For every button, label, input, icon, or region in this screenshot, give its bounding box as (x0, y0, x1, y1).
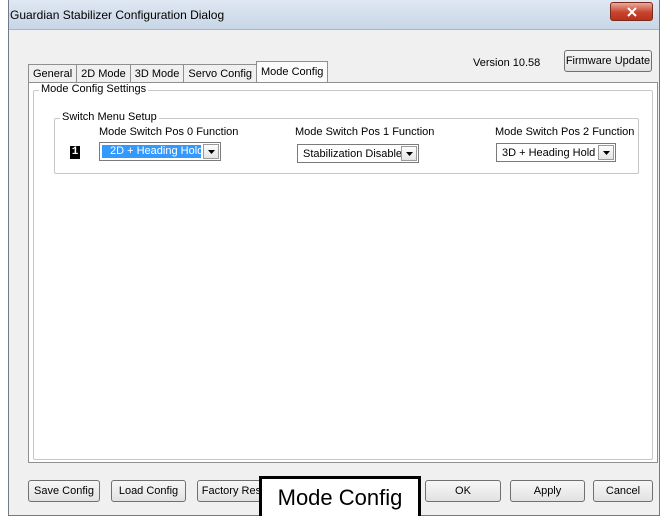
pos2-function-value: 3D + Heading Hold (502, 146, 596, 159)
pos0-function-value: 2D + Heading Hold (102, 145, 201, 158)
switch-menu-setup-title: Switch Menu Setup (60, 111, 159, 123)
tab-mode-config[interactable]: Mode Config (256, 61, 329, 82)
pos0-function-select[interactable]: 2D + Heading Hold (99, 142, 221, 161)
tab-servo-config[interactable]: Servo Config (183, 64, 258, 82)
mode-config-settings-title: Mode Config Settings (39, 83, 149, 95)
dropdown-arrow-icon (203, 144, 219, 159)
dialog-window: Guardian Stabilizer Configuration Dialog… (8, 0, 660, 516)
tab-strip: General 2D Mode 3D Mode Servo Config Mod… (28, 61, 329, 82)
cancel-button[interactable]: Cancel (593, 480, 653, 502)
apply-button[interactable]: Apply (510, 480, 585, 502)
pos2-function-select[interactable]: 3D + Heading Hold (496, 143, 616, 162)
close-x-icon (626, 6, 637, 17)
title-bar: Guardian Stabilizer Configuration Dialog (9, 0, 659, 30)
window-title: Guardian Stabilizer Configuration Dialog (10, 8, 225, 22)
dropdown-arrow-icon (598, 145, 614, 160)
dropdown-arrow-icon (401, 146, 417, 161)
save-config-button[interactable]: Save Config (28, 480, 100, 502)
mode-config-caption: Mode Config (259, 476, 421, 516)
tab-3d-mode[interactable]: 3D Mode (129, 64, 185, 82)
pos1-function-select[interactable]: Stabilization Disabled (297, 144, 419, 163)
pos1-function-label: Mode Switch Pos 1 Function (295, 126, 435, 138)
tab-2d-mode[interactable]: 2D Mode (76, 64, 131, 82)
pos2-function-label: Mode Switch Pos 2 Function (495, 126, 635, 138)
close-button[interactable] (610, 2, 653, 21)
tab-general[interactable]: General (28, 64, 78, 82)
mode-config-panel: Mode Config Settings Switch Menu Setup M… (28, 82, 658, 463)
pos0-function-label: Mode Switch Pos 0 Function (99, 126, 239, 138)
version-label: Version 10.58 (473, 57, 541, 69)
switch-position-indicator: 1 (70, 146, 80, 159)
load-config-button[interactable]: Load Config (111, 480, 186, 502)
ok-button[interactable]: OK (425, 480, 501, 502)
firmware-update-button[interactable]: Firmware Update (564, 50, 652, 72)
pos1-function-value: Stabilization Disabled (303, 147, 401, 160)
